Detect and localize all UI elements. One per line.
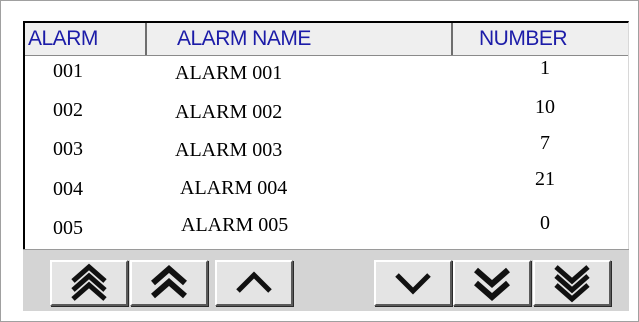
line-down-button[interactable] bbox=[374, 260, 452, 306]
alarm-name-cell: ALARM 005 bbox=[181, 214, 289, 236]
column-header-alarm-name[interactable]: ALARM NAME bbox=[145, 23, 451, 55]
alarm-number-cell: 21 bbox=[535, 168, 555, 190]
alarm-name-cell: ALARM 001 bbox=[175, 62, 283, 84]
column-header-number[interactable]: NUMBER bbox=[451, 23, 628, 55]
table-row[interactable]: 005 ALARM 005 0 bbox=[25, 212, 628, 251]
navigation-toolbar bbox=[23, 249, 629, 311]
triple-chevron-up-icon bbox=[71, 263, 107, 301]
table-body: 001 ALARM 001 1 002 ALARM 002 10 003 ALA… bbox=[25, 56, 628, 251]
page-up-button[interactable] bbox=[130, 260, 208, 306]
column-header-alarm[interactable]: ALARM bbox=[25, 23, 145, 55]
alarm-id-cell: 005 bbox=[53, 217, 83, 239]
alarm-name-cell: ALARM 004 bbox=[180, 177, 288, 199]
alarm-window: ALARM ALARM NAME NUMBER 001 ALARM 001 1 … bbox=[0, 0, 639, 322]
alarm-id-cell: 004 bbox=[53, 178, 83, 200]
table-row[interactable]: 004 ALARM 004 21 bbox=[25, 168, 628, 212]
alarm-id-cell: 002 bbox=[53, 99, 83, 121]
table-header: ALARM ALARM NAME NUMBER bbox=[25, 23, 628, 56]
chevron-up-icon bbox=[236, 271, 272, 293]
alarm-id-cell: 001 bbox=[53, 60, 83, 82]
alarm-number-cell: 0 bbox=[540, 212, 550, 234]
chevron-down-icon bbox=[395, 273, 431, 295]
double-chevron-down-icon bbox=[474, 267, 510, 301]
double-chevron-up-icon bbox=[151, 265, 187, 299]
table-row[interactable]: 001 ALARM 001 1 bbox=[25, 56, 628, 95]
page-down-button[interactable] bbox=[453, 260, 531, 306]
last-page-button[interactable] bbox=[533, 260, 611, 306]
alarm-number-cell: 7 bbox=[540, 132, 550, 154]
alarm-number-cell: 10 bbox=[535, 96, 555, 118]
alarm-id-cell: 003 bbox=[53, 138, 83, 160]
alarm-name-cell: ALARM 002 bbox=[175, 101, 283, 123]
first-page-button[interactable] bbox=[50, 260, 128, 306]
table-row[interactable]: 002 ALARM 002 10 bbox=[25, 95, 628, 134]
triple-chevron-down-icon bbox=[554, 265, 590, 303]
line-up-button[interactable] bbox=[215, 260, 293, 306]
alarm-number-cell: 1 bbox=[540, 57, 550, 79]
alarm-name-cell: ALARM 003 bbox=[175, 139, 283, 161]
